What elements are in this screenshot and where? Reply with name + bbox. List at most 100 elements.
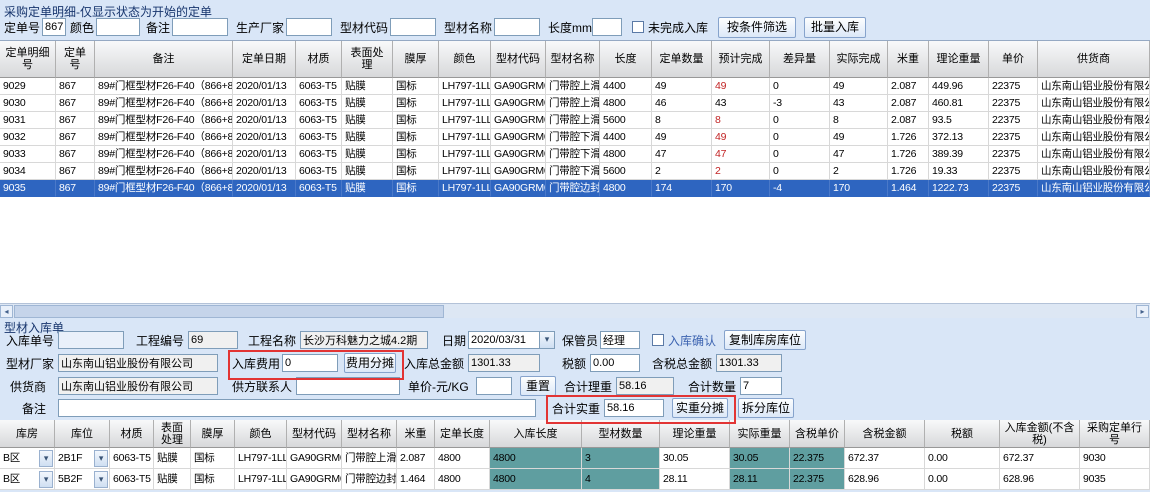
cell[interactable]: 9033	[0, 146, 56, 163]
cell[interactable]: GA90GRM03	[491, 95, 546, 112]
cell[interactable]: 2	[652, 163, 712, 180]
cell[interactable]: 6063-T5	[296, 112, 342, 129]
table-row[interactable]: B区▾5B2F▾6063-T5贴膜国标LH797-1LL0GA90GRM05门带…	[0, 469, 1150, 490]
cell[interactable]: 89#门框型材F26-F40（866+867）	[95, 129, 233, 146]
cell[interactable]: 山东南山铝业股份有限公司	[1038, 95, 1150, 112]
column-header[interactable]: 预计完成	[712, 41, 770, 78]
cell[interactable]: 5600	[600, 112, 652, 129]
cell[interactable]: 0.00	[925, 448, 1000, 469]
cell[interactable]: 672.37	[1000, 448, 1080, 469]
cell[interactable]: 9032	[0, 129, 56, 146]
cell[interactable]: 贴膜	[342, 95, 393, 112]
cell[interactable]: 2020/01/13	[233, 78, 296, 95]
cell[interactable]: 4800	[435, 448, 490, 469]
cell[interactable]: 9035	[0, 180, 56, 197]
column-header[interactable]: 定单明细号	[0, 41, 56, 78]
cell[interactable]: 4800	[600, 95, 652, 112]
cell[interactable]: 贴膜	[154, 469, 191, 490]
column-header[interactable]: 型材代码	[491, 41, 546, 78]
cell[interactable]: 2020/01/13	[233, 112, 296, 129]
cell[interactable]: 2020/01/13	[233, 95, 296, 112]
cell[interactable]: 0	[770, 163, 830, 180]
column-header[interactable]: 米重	[397, 420, 435, 448]
cell[interactable]: GA90GRM05	[491, 180, 546, 197]
cell[interactable]: -4	[770, 180, 830, 197]
contact-input[interactable]	[296, 377, 400, 395]
fee-input[interactable]	[282, 354, 338, 372]
cell[interactable]: 43	[712, 95, 770, 112]
cell[interactable]: 867	[56, 180, 95, 197]
cell[interactable]: 门带腔上滑	[546, 95, 600, 112]
cell[interactable]: 89#门框型材F26-F40（866+867）	[95, 78, 233, 95]
cell[interactable]: 6063-T5	[296, 163, 342, 180]
column-header[interactable]: 米重	[888, 41, 929, 78]
cell[interactable]: 1.464	[397, 469, 435, 490]
total-qty-input[interactable]	[740, 377, 782, 395]
cell[interactable]: LH797-1LL0	[235, 448, 287, 469]
table-row[interactable]: 902986789#门框型材F26-F40（866+867）2020/01/13…	[0, 78, 1150, 95]
column-header[interactable]: 供货商	[1038, 41, 1150, 78]
column-header[interactable]: 型材名称	[546, 41, 600, 78]
cell[interactable]: 贴膜	[342, 112, 393, 129]
cell[interactable]: 贴膜	[342, 129, 393, 146]
cell[interactable]: 22375	[989, 146, 1038, 163]
note-input[interactable]	[58, 399, 536, 417]
column-header[interactable]: 库房	[0, 420, 55, 448]
cell[interactable]: 门带腔边封	[342, 469, 397, 490]
cell[interactable]: 6063-T5	[296, 180, 342, 197]
cell[interactable]: 国标	[393, 163, 439, 180]
table-row[interactable]: 903286789#门框型材F26-F40（866+867）2020/01/13…	[0, 129, 1150, 146]
cell[interactable]: 672.37	[845, 448, 925, 469]
reset-button[interactable]: 重置	[520, 376, 556, 396]
cell[interactable]: 4800	[490, 448, 582, 469]
cell[interactable]: 6063-T5	[110, 469, 154, 490]
column-header[interactable]: 单价	[989, 41, 1038, 78]
cell[interactable]: B区▾	[0, 469, 55, 490]
cell[interactable]: 1.726	[888, 146, 929, 163]
cell[interactable]: 19.33	[929, 163, 989, 180]
cell[interactable]: 30.05	[730, 448, 790, 469]
column-header[interactable]: 表面处理	[154, 420, 191, 448]
cell[interactable]: 4400	[600, 129, 652, 146]
cell[interactable]: 9031	[0, 112, 56, 129]
cell[interactable]: LH797-1LL0	[439, 163, 491, 180]
cell[interactable]: 389.39	[929, 146, 989, 163]
column-header[interactable]: 材质	[296, 41, 342, 78]
cell[interactable]: 贴膜	[154, 448, 191, 469]
date-dropdown-button[interactable]: ▾	[539, 331, 555, 349]
scroll-right-icon[interactable]: ▸	[1136, 305, 1149, 318]
cell[interactable]: 89#门框型材F26-F40（866+867）	[95, 112, 233, 129]
cell[interactable]: 2020/01/13	[233, 163, 296, 180]
cell[interactable]: 9035	[1080, 469, 1150, 490]
cell[interactable]: 6063-T5	[296, 78, 342, 95]
date-input[interactable]	[468, 331, 540, 349]
cell[interactable]: 4800	[600, 146, 652, 163]
cell[interactable]: 山东南山铝业股份有限公司	[1038, 112, 1150, 129]
column-header[interactable]: 型材数量	[582, 420, 660, 448]
cell[interactable]: 2.087	[397, 448, 435, 469]
cell[interactable]: 46	[652, 95, 712, 112]
cell[interactable]: 5600	[600, 163, 652, 180]
cell[interactable]: 国标	[393, 95, 439, 112]
cell[interactable]: 6063-T5	[296, 95, 342, 112]
total-amount-input[interactable]	[468, 354, 540, 372]
cell[interactable]: 8	[652, 112, 712, 129]
batch-inbound-button[interactable]: 批量入库	[804, 17, 866, 38]
column-header[interactable]: 入库金额(不含税)	[1000, 420, 1080, 448]
column-header[interactable]: 定单号	[56, 41, 95, 78]
cell[interactable]: 867	[56, 163, 95, 180]
cell[interactable]: 47	[712, 146, 770, 163]
column-header[interactable]: 颜色	[439, 41, 491, 78]
column-header[interactable]: 采购定单行号	[1080, 420, 1150, 448]
cell[interactable]: 6063-T5	[296, 146, 342, 163]
dropdown-arrow-icon[interactable]: ▾	[94, 450, 108, 467]
cell[interactable]: 2	[712, 163, 770, 180]
cell[interactable]: LH797-1LL0	[439, 146, 491, 163]
table-row[interactable]: 903586789#门框型材F26-F40（866+867）2020/01/13…	[0, 180, 1150, 197]
filter-by-condition-button[interactable]: 按条件筛选	[718, 17, 796, 38]
cell[interactable]: 0.00	[925, 469, 1000, 490]
cell[interactable]: 628.96	[1000, 469, 1080, 490]
column-header[interactable]: 理论重量	[929, 41, 989, 78]
cell[interactable]: 170	[830, 180, 888, 197]
cell[interactable]: 贴膜	[342, 78, 393, 95]
